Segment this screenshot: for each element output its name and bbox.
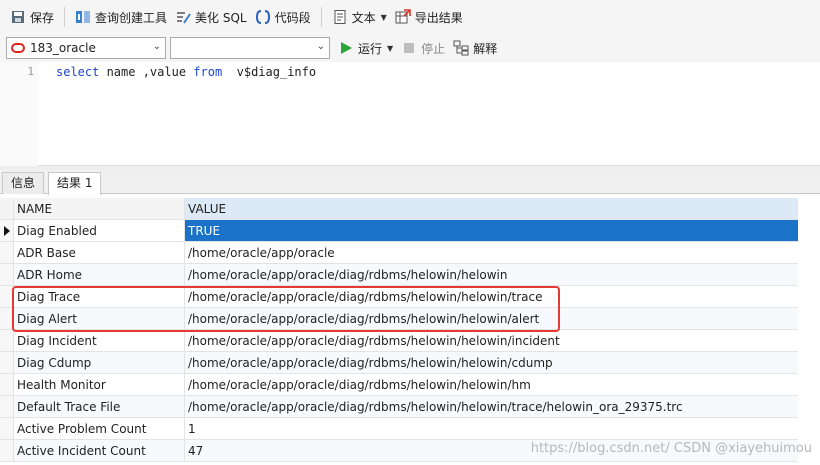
export-results-button[interactable]: 导出结果 xyxy=(391,4,467,30)
sql-keyword: select xyxy=(56,65,100,79)
chevron-down-icon: ⌄ xyxy=(316,41,325,52)
name-cell[interactable]: Active Problem Count xyxy=(14,418,185,440)
explain-label: 解释 xyxy=(473,41,498,56)
column-header-value[interactable]: VALUE xyxy=(185,198,798,220)
toolbar-divider xyxy=(320,7,322,27)
watermark: https://blog.csdn.net/ CSDN @xiayehuimou xyxy=(530,441,812,456)
toolbar-divider xyxy=(64,7,66,27)
table-row[interactable]: Diag Cdump /home/oracle/app/oracle/diag/… xyxy=(0,352,798,374)
tab-result-1[interactable]: 结果 1 xyxy=(48,172,102,195)
table-row[interactable]: Active Problem Count 1 xyxy=(0,418,798,440)
stop-label: 停止 xyxy=(421,41,446,56)
row-indicator xyxy=(0,242,14,264)
name-cell[interactable]: ADR Home xyxy=(14,264,185,286)
column-header-name[interactable]: NAME xyxy=(14,198,185,220)
current-row-arrow-icon xyxy=(4,226,10,236)
beautify-sql-label: 美化 SQL xyxy=(195,10,247,25)
table-row[interactable]: ADR Base /home/oracle/app/oracle xyxy=(0,242,798,264)
row-indicator xyxy=(0,440,14,462)
table-row[interactable]: Diag Incident /home/oracle/app/oracle/di… xyxy=(0,330,798,352)
value-cell[interactable]: /home/oracle/app/oracle/diag/rdbms/helow… xyxy=(185,374,798,396)
dropdown-caret-icon: ▼ xyxy=(380,12,387,22)
connection-select[interactable]: 183_oracle ⌄ xyxy=(6,37,166,59)
name-cell[interactable]: Diag Enabled xyxy=(14,220,185,242)
value-cell[interactable]: 1 xyxy=(185,418,798,440)
main-toolbar: 保存 查询创建工具 美化 SQL 代码段 文本 ▼ 导出结果 xyxy=(0,0,820,34)
text-button[interactable]: 文本 ▼ xyxy=(328,4,391,30)
highlight-annotation-box xyxy=(12,286,560,332)
connection-value: 183_oracle xyxy=(30,41,96,55)
text-doc-icon xyxy=(332,9,348,25)
sql-text: name ,value xyxy=(99,65,194,79)
row-indicator xyxy=(0,264,14,286)
sql-editor[interactable]: 1 select name ,value from v$diag_info xyxy=(0,62,820,166)
tab-info[interactable]: 信息 xyxy=(2,172,45,194)
row-indicator xyxy=(0,418,14,440)
row-indicator xyxy=(0,396,14,418)
explain-button[interactable]: 解释 xyxy=(449,35,501,61)
name-cell[interactable]: Default Trace File xyxy=(14,396,185,418)
chevron-down-icon: ⌄ xyxy=(152,41,161,52)
beautify-sql-button[interactable]: 美化 SQL xyxy=(171,4,251,30)
table-row[interactable]: Health Monitor /home/oracle/app/oracle/d… xyxy=(0,374,798,396)
connection-toolbar: 183_oracle ⌄ ⌄ 运行 ▼ 停止 解释 xyxy=(0,34,820,62)
code-snippet-label: 代码段 xyxy=(274,10,311,25)
text-label: 文本 xyxy=(351,10,376,25)
save-button[interactable]: 保存 xyxy=(6,4,58,30)
code-snippet-icon xyxy=(255,9,271,25)
value-cell[interactable]: /home/oracle/app/oracle/diag/rdbms/helow… xyxy=(185,352,798,374)
query-builder-icon xyxy=(75,9,91,25)
name-cell[interactable]: Active Incident Count xyxy=(14,440,185,462)
play-icon xyxy=(338,40,354,56)
run-button[interactable]: 运行 ▼ xyxy=(334,35,397,61)
sql-code-line[interactable]: select name ,value from v$diag_info xyxy=(56,65,316,79)
row-indicator xyxy=(0,352,14,374)
value-cell[interactable]: /home/oracle/app/oracle/diag/rdbms/helow… xyxy=(185,396,798,418)
query-builder-button[interactable]: 查询创建工具 xyxy=(71,4,171,30)
value-cell[interactable]: /home/oracle/app/oracle/diag/rdbms/helow… xyxy=(185,264,798,286)
oracle-icon xyxy=(11,43,25,53)
result-tabs: 信息 结果 1 xyxy=(0,170,820,195)
run-label: 运行 xyxy=(358,41,383,56)
value-cell[interactable]: TRUE xyxy=(185,220,798,242)
sql-keyword: from xyxy=(193,65,223,79)
beautify-icon xyxy=(175,9,191,25)
name-cell[interactable]: ADR Base xyxy=(14,242,185,264)
row-indicator xyxy=(0,220,14,242)
table-row[interactable]: Diag Enabled TRUE xyxy=(0,220,798,242)
value-cell[interactable]: /home/oracle/app/oracle xyxy=(185,242,798,264)
table-row[interactable]: Default Trace File /home/oracle/app/orac… xyxy=(0,396,798,418)
grid-header-row: NAME VALUE xyxy=(0,198,798,220)
export-icon xyxy=(395,9,411,25)
explain-icon xyxy=(453,40,469,56)
query-builder-label: 查询创建工具 xyxy=(95,10,168,25)
code-snippet-button[interactable]: 代码段 xyxy=(251,4,315,30)
name-cell[interactable]: Diag Incident xyxy=(14,330,185,352)
stop-button[interactable]: 停止 xyxy=(397,35,449,61)
row-indicator xyxy=(0,330,14,352)
name-cell[interactable]: Health Monitor xyxy=(14,374,185,396)
export-results-label: 导出结果 xyxy=(414,10,463,25)
value-cell[interactable]: /home/oracle/app/oracle/diag/rdbms/helow… xyxy=(185,330,798,352)
save-icon xyxy=(10,9,26,25)
stop-icon xyxy=(401,40,417,56)
sql-text: v$diag_info xyxy=(222,65,317,79)
line-gutter: 1 xyxy=(0,62,38,166)
dropdown-caret-icon: ▼ xyxy=(387,43,394,53)
row-indicator xyxy=(0,374,14,396)
row-indicator-header xyxy=(0,198,14,220)
name-cell[interactable]: Diag Cdump xyxy=(14,352,185,374)
save-label: 保存 xyxy=(30,10,55,25)
table-row[interactable]: ADR Home /home/oracle/app/oracle/diag/rd… xyxy=(0,264,798,286)
schema-select[interactable]: ⌄ xyxy=(170,37,330,59)
line-number: 1 xyxy=(27,65,34,78)
